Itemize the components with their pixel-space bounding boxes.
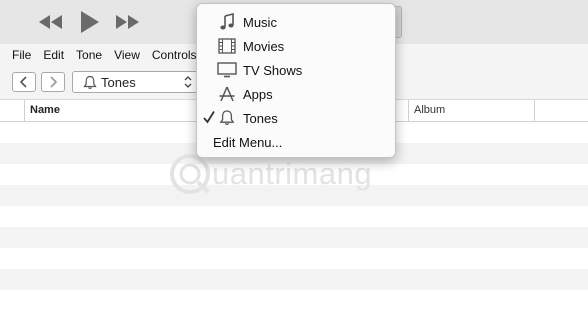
menu-file[interactable]: File <box>0 48 37 62</box>
edit-menu-item[interactable]: Edit Menu... <box>197 130 395 154</box>
rewind-button[interactable] <box>38 0 64 44</box>
table-row[interactable] <box>0 206 588 227</box>
menu-view[interactable]: View <box>108 48 146 62</box>
checkmark-icon <box>203 110 215 127</box>
media-kind-label: Tones <box>101 74 136 90</box>
film-icon <box>217 37 237 55</box>
table-row[interactable] <box>0 227 588 248</box>
column-divider <box>24 100 25 121</box>
watermark-logo-icon <box>170 154 210 194</box>
forward-button[interactable] <box>41 72 65 92</box>
column-divider <box>408 100 409 121</box>
menu-item-music[interactable]: Music <box>197 10 395 34</box>
rewind-icon <box>39 15 62 29</box>
column-header-album[interactable]: Album <box>414 104 445 116</box>
play-icon <box>81 11 99 33</box>
menu-item-label: TV Shows <box>243 62 303 78</box>
fast-forward-button[interactable] <box>114 0 140 44</box>
menu-item-tones[interactable]: Tones <box>197 106 395 130</box>
app-store-icon <box>217 85 237 103</box>
menu-item-label: Tones <box>243 110 278 126</box>
bell-icon <box>217 109 237 127</box>
table-row[interactable] <box>0 269 588 290</box>
table-row[interactable] <box>0 248 588 269</box>
media-kind-selector[interactable]: Tones <box>72 71 198 93</box>
play-button[interactable] <box>78 0 100 44</box>
tv-icon <box>217 61 237 79</box>
bell-icon <box>83 75 97 90</box>
chevron-left-icon <box>19 76 27 88</box>
edit-menu-label: Edit Menu... <box>213 134 283 150</box>
menu-item-label: Movies <box>243 38 285 54</box>
menu-item-label: Apps <box>243 86 273 102</box>
music-note-icon <box>217 13 237 31</box>
menu-controls[interactable]: Controls <box>146 48 203 62</box>
chevron-right-icon <box>50 76 58 88</box>
column-header-name[interactable]: Name <box>30 104 60 116</box>
watermark: uantrimang <box>168 152 372 199</box>
menu-item-label: Music <box>243 14 277 30</box>
menu-tone[interactable]: Tone <box>70 48 108 62</box>
back-button[interactable] <box>12 72 36 92</box>
menu-item-tv-shows[interactable]: TV Shows <box>197 58 395 82</box>
menu-item-apps[interactable]: Apps <box>197 82 395 106</box>
fast-forward-icon <box>116 15 139 29</box>
up-down-arrows-icon <box>184 75 192 92</box>
watermark-text: uantrimang <box>212 156 373 191</box>
column-divider <box>534 100 535 121</box>
menu-item-movies[interactable]: Movies <box>197 34 395 58</box>
media-kind-menu: Music Movies TV Shows Apps Tones Edit Me… <box>196 3 396 158</box>
menu-edit[interactable]: Edit <box>37 48 70 62</box>
